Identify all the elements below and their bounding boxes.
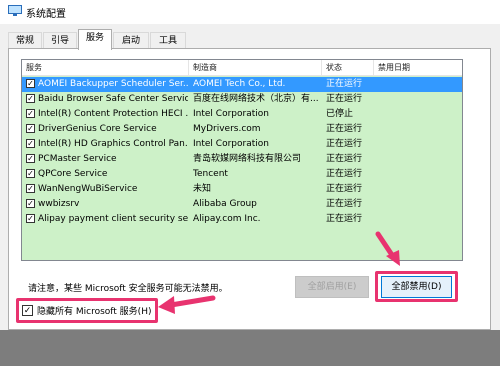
table-row[interactable]: ✓ DriverGenius Core Service MyDrivers.co… bbox=[22, 122, 462, 137]
manufacturer: Tencent bbox=[193, 169, 228, 179]
manufacturer: MyDrivers.com bbox=[193, 124, 261, 134]
row-checkbox[interactable]: ✓ bbox=[26, 124, 35, 133]
service-name: Alipay payment client security ser... bbox=[38, 214, 188, 224]
row-checkbox[interactable]: ✓ bbox=[26, 79, 35, 88]
row-checkbox[interactable]: ✓ bbox=[26, 199, 35, 208]
table-row[interactable]: ✓ Baidu Browser Safe Center Service 百度在线… bbox=[22, 92, 462, 107]
tab-general[interactable]: 常规 bbox=[8, 32, 42, 48]
disabled-date bbox=[377, 152, 457, 167]
manufacturer: 百度在线网络技术（北京）有... bbox=[193, 94, 319, 104]
status: 正在运行 bbox=[326, 199, 363, 209]
status: 正在运行 bbox=[326, 184, 363, 194]
row-checkbox[interactable]: ✓ bbox=[26, 139, 35, 148]
system-config-dialog: 系统配置 常规 引导 服务 启动 工具 服务 制造商 状态 禁用日期 ✓ AOM… bbox=[0, 0, 500, 330]
tab-services[interactable]: 服务 bbox=[78, 29, 112, 50]
disabled-date bbox=[377, 182, 457, 197]
enable-all-button[interactable]: 全部启用(E) bbox=[295, 276, 369, 298]
status: 正在运行 bbox=[326, 169, 363, 179]
tab-tools[interactable]: 工具 bbox=[150, 32, 186, 48]
service-name: Baidu Browser Safe Center Service bbox=[38, 94, 188, 104]
manufacturer: Intel Corporation bbox=[193, 109, 269, 119]
hide-ms-label: 隐藏所有 Microsoft 服务(H) bbox=[37, 307, 152, 317]
column-header-disabled-date[interactable]: 禁用日期 bbox=[374, 60, 462, 75]
manufacturer: AOMEI Tech Co., Ltd. bbox=[193, 79, 286, 89]
service-name: wwbizsrv bbox=[38, 199, 80, 209]
hide-ms-checkbox-box[interactable]: ✓ bbox=[22, 305, 33, 316]
disabled-date bbox=[377, 122, 457, 137]
disabled-date bbox=[377, 212, 457, 227]
screenshot: 系统配置 常规 引导 服务 启动 工具 服务 制造商 状态 禁用日期 ✓ AOM… bbox=[0, 0, 500, 366]
manufacturer: Intel Corporation bbox=[193, 139, 269, 149]
row-checkbox[interactable]: ✓ bbox=[26, 184, 35, 193]
service-name: Intel(R) Content Protection HECI ... bbox=[38, 109, 188, 119]
table-row[interactable]: ✓ Alipay payment client security ser... … bbox=[22, 212, 462, 227]
table-row[interactable]: ✓ PCMaster Service 青岛软媒网络科技有限公司 正在运行 bbox=[22, 152, 462, 167]
arrow-to-hide-ms-icon bbox=[158, 295, 216, 314]
service-name: PCMaster Service bbox=[38, 154, 117, 164]
service-name: Intel(R) HD Graphics Control Pan... bbox=[38, 139, 188, 149]
column-header-status[interactable]: 状态 bbox=[322, 60, 374, 75]
row-checkbox[interactable]: ✓ bbox=[26, 169, 35, 178]
disabled-date bbox=[377, 77, 457, 92]
table-header: 服务 制造商 状态 禁用日期 bbox=[22, 60, 462, 76]
disabled-date bbox=[377, 107, 457, 122]
status: 正在运行 bbox=[326, 214, 363, 224]
window-title: 系统配置 bbox=[26, 9, 66, 20]
hide-microsoft-services-checkbox[interactable]: ✓ 隐藏所有 Microsoft 服务(H) bbox=[16, 298, 158, 323]
status: 正在运行 bbox=[326, 79, 363, 89]
table-row[interactable]: ✓ wwbizsrv Alibaba Group 正在运行 bbox=[22, 197, 462, 212]
arrow-to-disable-all-icon bbox=[375, 231, 400, 266]
disabled-date bbox=[377, 167, 457, 182]
tab-startup[interactable]: 启动 bbox=[113, 32, 149, 48]
column-header-manufacturer[interactable]: 制造商 bbox=[189, 60, 322, 75]
service-name: DriverGenius Core Service bbox=[38, 124, 157, 134]
table-row[interactable]: ✓ Intel(R) HD Graphics Control Pan... In… bbox=[22, 137, 462, 152]
manufacturer: Alipay.com Inc. bbox=[193, 214, 261, 224]
column-header-service[interactable]: 服务 bbox=[22, 60, 189, 75]
status: 正在运行 bbox=[326, 139, 363, 149]
disabled-date bbox=[377, 92, 457, 107]
table-row[interactable]: ✓ AOMEI Backupper Scheduler Ser... AOMEI… bbox=[22, 77, 462, 92]
manufacturer: Alibaba Group bbox=[193, 199, 257, 209]
table-row[interactable]: ✓ WanNengWuBiService 未知 正在运行 bbox=[22, 182, 462, 197]
status: 已停止 bbox=[326, 109, 354, 119]
table-row[interactable]: ✓ Intel(R) Content Protection HECI ... I… bbox=[22, 107, 462, 122]
service-name: QPCore Service bbox=[38, 169, 108, 179]
disabled-date bbox=[377, 197, 457, 212]
row-checkbox[interactable]: ✓ bbox=[26, 214, 35, 223]
status: 正在运行 bbox=[326, 154, 363, 164]
service-name: AOMEI Backupper Scheduler Ser... bbox=[38, 79, 188, 89]
row-checkbox[interactable]: ✓ bbox=[26, 94, 35, 103]
row-checkbox[interactable]: ✓ bbox=[26, 154, 35, 163]
status: 正在运行 bbox=[326, 94, 363, 104]
disable-all-button[interactable]: 全部禁用(D) bbox=[381, 276, 452, 298]
table-row[interactable]: ✓ QPCore Service Tencent 正在运行 bbox=[22, 167, 462, 182]
title-bar: 系统配置 bbox=[0, 0, 500, 24]
row-checkbox[interactable]: ✓ bbox=[26, 109, 35, 118]
tab-strip: 常规 引导 服务 启动 工具 bbox=[8, 29, 488, 50]
tab-boot[interactable]: 引导 bbox=[43, 32, 77, 48]
service-name: WanNengWuBiService bbox=[38, 184, 138, 194]
manufacturer: 未知 bbox=[193, 184, 212, 194]
disabled-date bbox=[377, 137, 457, 152]
manufacturer: 青岛软媒网络科技有限公司 bbox=[193, 154, 302, 164]
status: 正在运行 bbox=[326, 124, 363, 134]
system-config-app-icon bbox=[8, 5, 22, 16]
